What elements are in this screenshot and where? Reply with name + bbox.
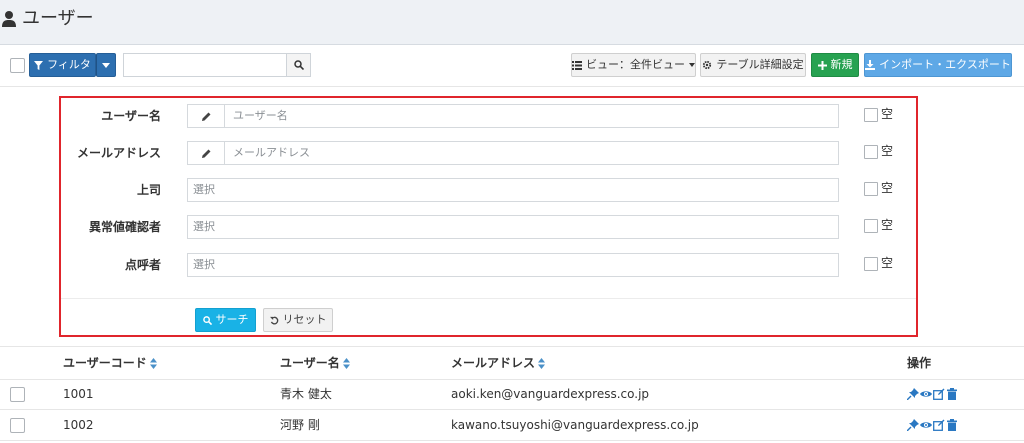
row-actions bbox=[907, 419, 958, 431]
filter-button[interactable]: フィルタ bbox=[29, 53, 96, 77]
eye-icon[interactable] bbox=[920, 419, 932, 431]
filter-label-anomaly-checker: 異常値確認者 bbox=[88, 220, 161, 234]
toolbar: フィルタ ビュー：全件ビュー テーブル詳細設定 新規 インポート・エクスポート bbox=[0, 52, 1024, 78]
import-export-button[interactable]: インポート・エクスポート bbox=[864, 53, 1012, 77]
manager-empty-checkbox[interactable] bbox=[864, 182, 878, 196]
table-settings-label: テーブル詳細設定 bbox=[716, 58, 804, 71]
divider bbox=[0, 86, 1024, 87]
filter-row-roll-caller: 点呼者 選択 空 bbox=[61, 253, 916, 277]
undo-icon bbox=[269, 316, 278, 324]
filter-row-anomaly-checker: 異常値確認者 選択 空 bbox=[61, 215, 916, 239]
import-export-label: インポート・エクスポート bbox=[879, 58, 1011, 71]
view-label: ビュー：全件ビュー bbox=[586, 58, 685, 71]
search-input[interactable] bbox=[123, 53, 287, 77]
filter-row-manager: 上司 選択 空 bbox=[61, 178, 916, 202]
caret-down-icon bbox=[689, 63, 695, 67]
filter-icon bbox=[34, 60, 44, 70]
column-header-code-label: ユーザーコード bbox=[63, 356, 147, 370]
row-name: 河野 剛 bbox=[280, 418, 320, 432]
page-title: ユーザー bbox=[22, 8, 94, 29]
sort-icon bbox=[538, 357, 546, 369]
column-header-name[interactable]: ユーザー名 bbox=[280, 347, 350, 379]
search-icon bbox=[293, 60, 304, 70]
filter-row-username: ユーザー名 ユーザー名 空 bbox=[61, 104, 916, 128]
search-icon bbox=[202, 315, 212, 325]
column-header-code[interactable]: ユーザーコード bbox=[63, 347, 157, 379]
username-empty-label: 空 bbox=[881, 107, 894, 121]
new-label: 新規 bbox=[830, 58, 853, 71]
sort-icon bbox=[149, 357, 157, 369]
edit-icon[interactable] bbox=[933, 388, 945, 400]
username-placeholder: ユーザー名 bbox=[233, 109, 288, 122]
filter-label-email: メールアドレス bbox=[76, 146, 161, 160]
filter-dropdown-toggle[interactable] bbox=[96, 53, 116, 77]
new-button[interactable]: 新規 bbox=[811, 53, 859, 77]
anomaly-checker-empty-label: 空 bbox=[881, 218, 894, 232]
row-email: kawano.tsuyoshi@vanguardexpress.co.jp bbox=[451, 418, 699, 432]
trash-icon[interactable] bbox=[946, 388, 958, 400]
filter-label: フィルタ bbox=[47, 58, 91, 71]
plus-icon bbox=[817, 60, 827, 70]
gear-icon bbox=[703, 60, 712, 70]
filter-panel: ユーザー名 ユーザー名 空 メールアドレス メールアドレス 空 上司 選択 空 bbox=[59, 96, 918, 337]
list-icon bbox=[572, 60, 582, 70]
column-header-actions: 操作 bbox=[907, 356, 932, 370]
roll-caller-empty-checkbox[interactable] bbox=[864, 257, 878, 271]
search-submit-label: サーチ bbox=[215, 313, 249, 326]
edit-icon[interactable] bbox=[933, 419, 945, 431]
manager-placeholder: 選択 bbox=[193, 183, 215, 196]
sort-icon bbox=[342, 357, 350, 369]
search-button[interactable] bbox=[286, 53, 311, 77]
column-header-email[interactable]: メールアドレス bbox=[451, 347, 546, 379]
table-row: 1002 河野 剛 kawano.tsuyoshi@vanguardexpres… bbox=[0, 410, 1024, 441]
table-row: 1001 青木 健太 aoki.ken@vanguardexpress.co.j… bbox=[0, 379, 1024, 410]
reset-button[interactable]: リセット bbox=[263, 308, 333, 332]
filter-label-username: ユーザー名 bbox=[101, 109, 161, 123]
download-icon bbox=[865, 60, 876, 70]
column-header-email-label: メールアドレス bbox=[451, 356, 536, 370]
reset-label: リセット bbox=[282, 313, 327, 326]
trash-icon[interactable] bbox=[946, 419, 958, 431]
email-empty-label: 空 bbox=[881, 144, 894, 158]
row-email: aoki.ken@vanguardexpress.co.jp bbox=[451, 387, 650, 401]
pin-icon[interactable] bbox=[907, 388, 919, 400]
user-icon bbox=[2, 11, 16, 27]
row-checkbox[interactable] bbox=[10, 387, 25, 402]
row-actions bbox=[907, 388, 958, 400]
email-placeholder: メールアドレス bbox=[233, 146, 310, 159]
select-all-checkbox[interactable] bbox=[10, 58, 25, 73]
anomaly-checker-placeholder: 選択 bbox=[193, 220, 215, 233]
anomaly-checker-select[interactable]: 選択 bbox=[187, 215, 839, 239]
eye-icon[interactable] bbox=[920, 388, 932, 400]
manager-empty-label: 空 bbox=[881, 181, 894, 195]
filter-label-manager: 上司 bbox=[136, 183, 161, 197]
email-field[interactable]: メールアドレス bbox=[187, 141, 839, 165]
table-settings-button[interactable]: テーブル詳細設定 bbox=[700, 53, 806, 77]
column-header-name-label: ユーザー名 bbox=[280, 356, 340, 370]
username-field[interactable]: ユーザー名 bbox=[187, 104, 839, 128]
roll-caller-placeholder: 選択 bbox=[193, 258, 215, 271]
username-empty-checkbox[interactable] bbox=[864, 108, 878, 122]
caret-down-icon bbox=[102, 62, 110, 68]
search-submit-button[interactable]: サーチ bbox=[195, 308, 256, 332]
row-name: 青木 健太 bbox=[280, 387, 332, 401]
pencil-icon bbox=[188, 105, 225, 127]
page-header: ユーザー bbox=[0, 0, 1024, 45]
row-code: 1001 bbox=[63, 387, 94, 401]
email-empty-checkbox[interactable] bbox=[864, 145, 878, 159]
filter-label-roll-caller: 点呼者 bbox=[124, 258, 161, 272]
roll-caller-empty-label: 空 bbox=[881, 256, 894, 270]
manager-select[interactable]: 選択 bbox=[187, 178, 839, 202]
table-header: ユーザーコード ユーザー名 メールアドレス 操作 bbox=[0, 346, 1024, 380]
pin-icon[interactable] bbox=[907, 419, 919, 431]
pencil-icon bbox=[188, 142, 225, 164]
view-dropdown[interactable]: ビュー：全件ビュー bbox=[571, 53, 696, 77]
row-checkbox[interactable] bbox=[10, 418, 25, 433]
filter-row-email: メールアドレス メールアドレス 空 bbox=[61, 141, 916, 165]
roll-caller-select[interactable]: 選択 bbox=[187, 253, 839, 277]
row-code: 1002 bbox=[63, 418, 94, 432]
filter-divider bbox=[61, 298, 916, 299]
anomaly-checker-empty-checkbox[interactable] bbox=[864, 219, 878, 233]
